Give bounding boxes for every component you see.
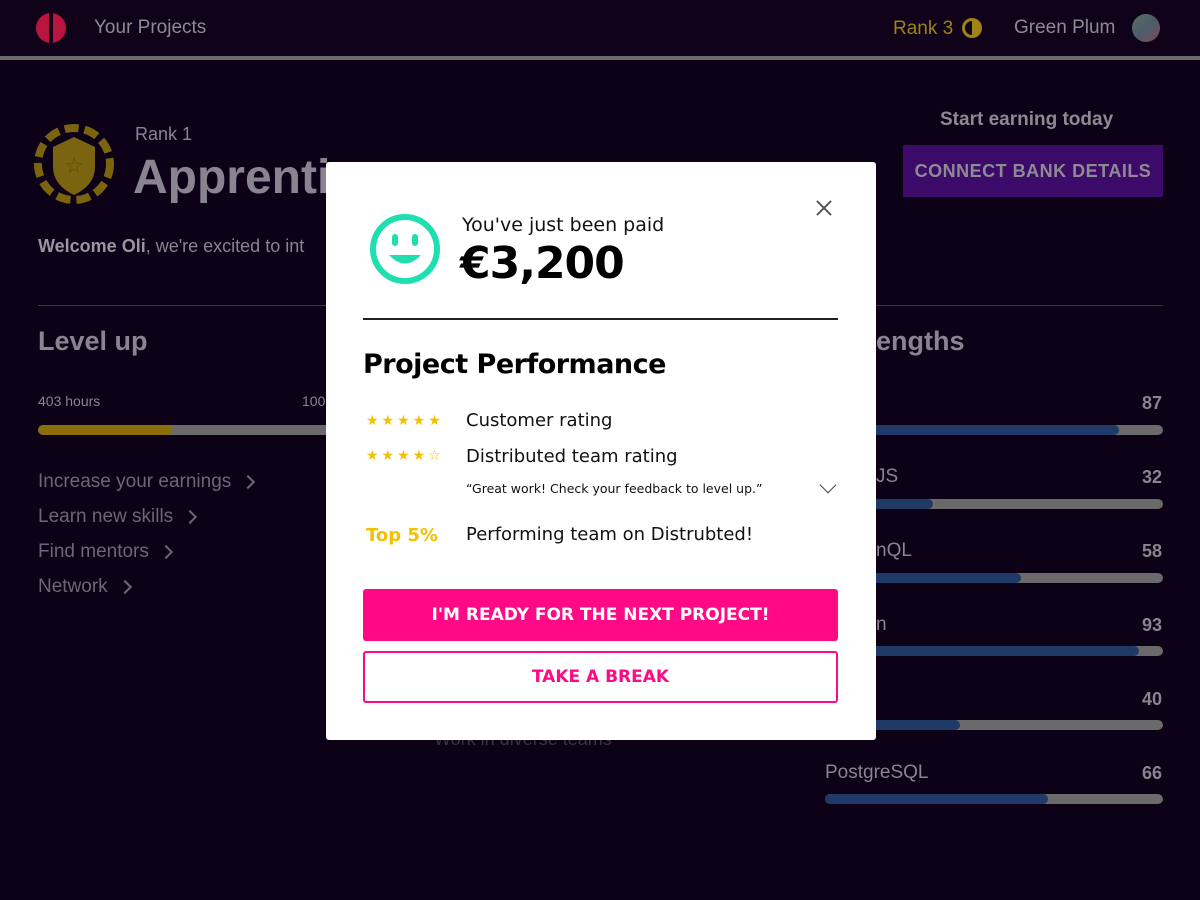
skill-value: 40: [1141, 689, 1162, 709]
rank-progress-icon: [962, 18, 982, 38]
customer-rating-label: Customer rating: [466, 410, 613, 431]
link-find-mentors[interactable]: Find mentors: [38, 541, 173, 563]
link-label: Learn new skills: [38, 506, 174, 527]
avatar[interactable]: [1132, 14, 1160, 42]
paid-amount: €3,200: [460, 238, 625, 289]
skill-value: 87: [1141, 393, 1162, 413]
strengths-title: engths: [876, 326, 965, 356]
link-learn-skills[interactable]: Learn new skills: [38, 506, 198, 528]
chevron-down-icon[interactable]: [819, 476, 837, 494]
level-up-title: Level up: [38, 326, 148, 356]
link-label: Find mentors: [38, 541, 149, 562]
modal-divider: [363, 318, 838, 320]
top-percent-badge: Top 5%: [366, 525, 438, 546]
top-bar-divider: [0, 56, 1200, 60]
skill-value: 58: [1141, 541, 1162, 561]
star-rating-icon: ★★★★★: [366, 413, 444, 429]
chevron-right-icon: [183, 509, 198, 525]
hours-target: 100: [302, 393, 326, 409]
top-percent-label: Performing team on Distrubted!: [466, 524, 754, 545]
chevron-right-icon: [158, 544, 173, 560]
skill-value: 66: [1141, 763, 1162, 783]
smiley-icon: [370, 214, 440, 284]
nav-your-projects[interactable]: Your Projects: [94, 17, 206, 39]
team-rating-label: Distributed team rating: [466, 446, 678, 467]
take-break-button[interactable]: TAKE A BREAK: [363, 651, 838, 703]
link-network[interactable]: Network: [38, 576, 132, 598]
link-label: Network: [38, 576, 108, 597]
close-icon[interactable]: [812, 196, 836, 220]
rank-shield-icon: ☆: [34, 124, 114, 204]
paid-label: You've just been paid: [462, 214, 665, 236]
top-bar: Your Projects Rank 3 Green Plum: [0, 0, 1200, 56]
user-name[interactable]: Green Plum: [1014, 17, 1115, 39]
app-logo[interactable]: [36, 13, 66, 43]
skill-value: 93: [1141, 615, 1162, 635]
payment-modal: You've just been paid €3,200 Project Per…: [326, 162, 876, 740]
earning-label: Start earning today: [940, 109, 1114, 130]
welcome-message: Welcome Oli, we're excited to int: [38, 236, 304, 257]
skill-bar: [825, 794, 1163, 804]
skill-label: n: [876, 614, 887, 635]
skill-fill: [825, 794, 1049, 804]
skill-label: JS: [876, 466, 899, 487]
performance-title: Project Performance: [363, 349, 666, 380]
rank-label: Rank 1: [135, 124, 193, 144]
connect-bank-button[interactable]: CONNECT BANK DETAILS: [903, 145, 1163, 197]
welcome-text: , we're excited to int: [145, 236, 305, 256]
link-label: Increase your earnings: [38, 471, 232, 492]
skill-label: nQL: [876, 540, 912, 561]
chevron-right-icon: [117, 579, 132, 595]
level-progress-fill: [38, 425, 173, 435]
hours-done: 403 hours: [38, 393, 101, 409]
svg-text:☆: ☆: [64, 153, 84, 178]
chevron-right-icon: [241, 474, 256, 490]
star-rating-icon: ★★★★☆: [366, 448, 444, 464]
welcome-name: Welcome Oli: [38, 236, 146, 256]
skill-value: 32: [1141, 467, 1162, 487]
feedback-quote: “Great work! Check your feedback to leve…: [466, 481, 763, 496]
level-progress-bar: [38, 425, 358, 435]
link-increase-earnings[interactable]: Increase your earnings: [38, 471, 256, 493]
skill-label: PostgreSQL: [825, 762, 929, 783]
rank-indicator: Rank 3: [893, 18, 954, 39]
next-project-button[interactable]: I'M READY FOR THE NEXT PROJECT!: [363, 589, 838, 641]
